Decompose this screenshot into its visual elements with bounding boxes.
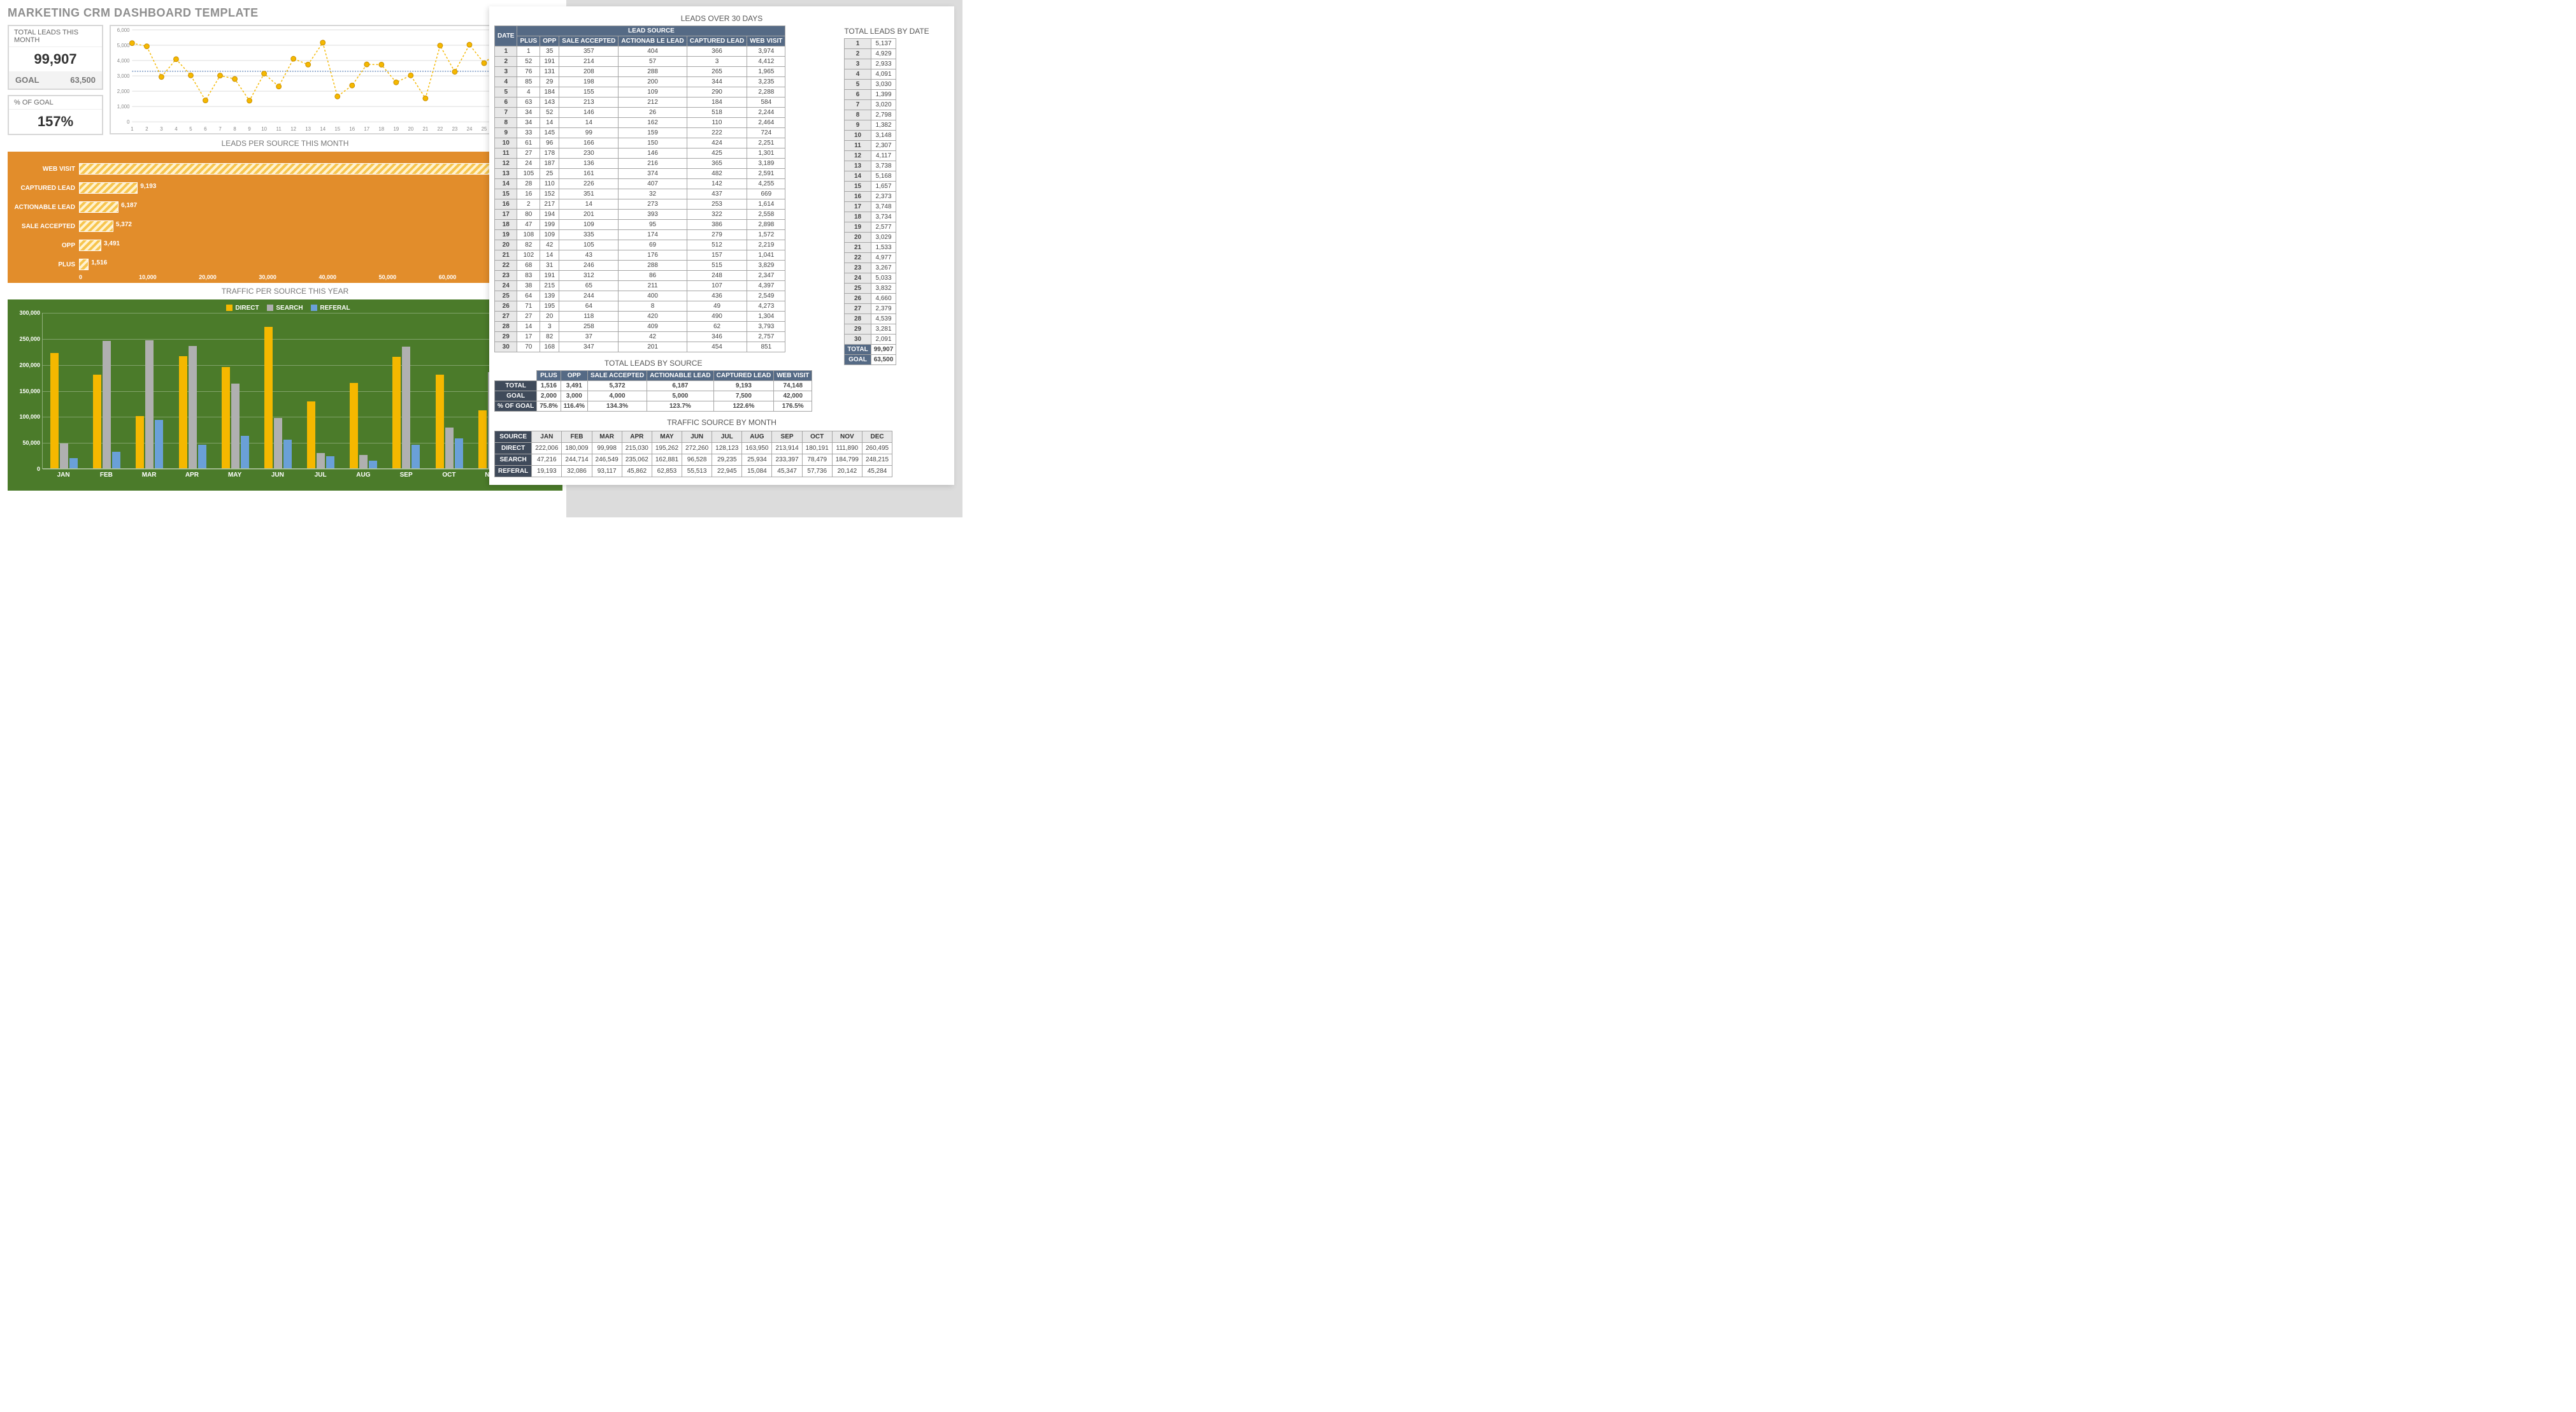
svg-text:12: 12 [290,126,296,132]
hbar-label: ACTIONABLE LEAD [11,204,75,211]
hbar-label: WEB VISIT [11,166,75,173]
kpi-goal-value: 63,500 [70,75,96,85]
kpi-pct-label: % OF GOAL [9,96,102,110]
traffic-by-month-table: SOURCEJANFEBMARAPRMAYJUNJULAUGSEPOCTNOVD… [494,431,892,477]
kpi-pct-value: 157% [9,110,102,134]
data-panel: LEADS OVER 30 DAYS DATELEAD SOURCEPLUSOP… [489,6,954,485]
leads-per-source-title: LEADS PER SOURCE THIS MONTH [8,135,562,152]
leads-by-source-table: PLUSOPPSALE ACCEPTEDACTIONABLE LEADCAPTU… [494,370,812,412]
svg-text:2: 2 [145,126,148,132]
leads-30-table: DATELEAD SOURCEPLUSOPPSALE ACCEPTEDACTIO… [494,25,785,352]
svg-text:24: 24 [467,126,473,132]
leads-30-title: LEADS OVER 30 DAYS [494,14,949,23]
traffic-legend: DIRECT SEARCH REFERAL [8,305,562,312]
svg-text:9: 9 [248,126,250,132]
svg-text:16: 16 [349,126,355,132]
kpi-total-label: TOTAL LEADS THIS MONTH [9,26,102,47]
svg-text:4: 4 [175,126,178,132]
svg-text:14: 14 [320,126,326,132]
svg-text:6,000: 6,000 [117,27,130,33]
svg-text:25: 25 [482,126,487,132]
svg-text:7: 7 [218,126,221,132]
kpi-total-value: 99,907 [9,47,102,71]
svg-text:0: 0 [127,119,130,125]
svg-text:8: 8 [233,126,236,132]
svg-text:5,000: 5,000 [117,43,130,48]
svg-text:3: 3 [160,126,163,132]
hbar-label: OPP [11,242,75,249]
grouped-bar-chart-traffic: DIRECT SEARCH REFERAL 050,000100,000150,… [8,299,562,491]
svg-text:15: 15 [334,126,340,132]
svg-text:17: 17 [364,126,369,132]
kpi-goal-label: GOAL [15,75,39,85]
svg-text:11: 11 [276,126,282,132]
svg-text:1: 1 [131,126,133,132]
svg-text:21: 21 [423,126,429,132]
leads-by-date-table: 15,13724,92932,93344,09153,03061,39973,0… [844,38,896,365]
svg-text:19: 19 [393,126,399,132]
svg-text:1,000: 1,000 [117,104,130,110]
hbar-label: SALE ACCEPTED [11,223,75,230]
svg-text:3,000: 3,000 [117,73,130,79]
by-source-title: TOTAL LEADS BY SOURCE [494,359,812,368]
svg-text:5: 5 [189,126,192,132]
hbar-label: PLUS [11,261,75,268]
svg-text:23: 23 [452,126,458,132]
svg-text:10: 10 [261,126,267,132]
hbar-chart-leads-per-source: WEB VISIT 74,148CAPTURED LEAD 9,193ACTIO… [8,152,562,283]
svg-text:18: 18 [378,126,384,132]
svg-text:2,000: 2,000 [117,89,130,94]
svg-text:22: 22 [438,126,443,132]
hbar-label: CAPTURED LEAD [11,185,75,192]
by-date-title: TOTAL LEADS BY DATE [844,27,929,36]
kpi-total-leads: TOTAL LEADS THIS MONTH 99,907 GOAL 63,50… [8,25,103,90]
traffic-table-title: TRAFFIC SOURCE BY MONTH [494,418,949,427]
page-title: MARKETING CRM DASHBOARD TEMPLATE [8,6,562,20]
traffic-per-source-title: TRAFFIC PER SOURCE THIS YEAR [8,283,562,299]
svg-text:13: 13 [305,126,311,132]
svg-text:4,000: 4,000 [117,58,130,64]
kpi-pct-goal: % OF GOAL 157% [8,95,103,135]
svg-text:6: 6 [204,126,207,132]
svg-text:20: 20 [408,126,413,132]
